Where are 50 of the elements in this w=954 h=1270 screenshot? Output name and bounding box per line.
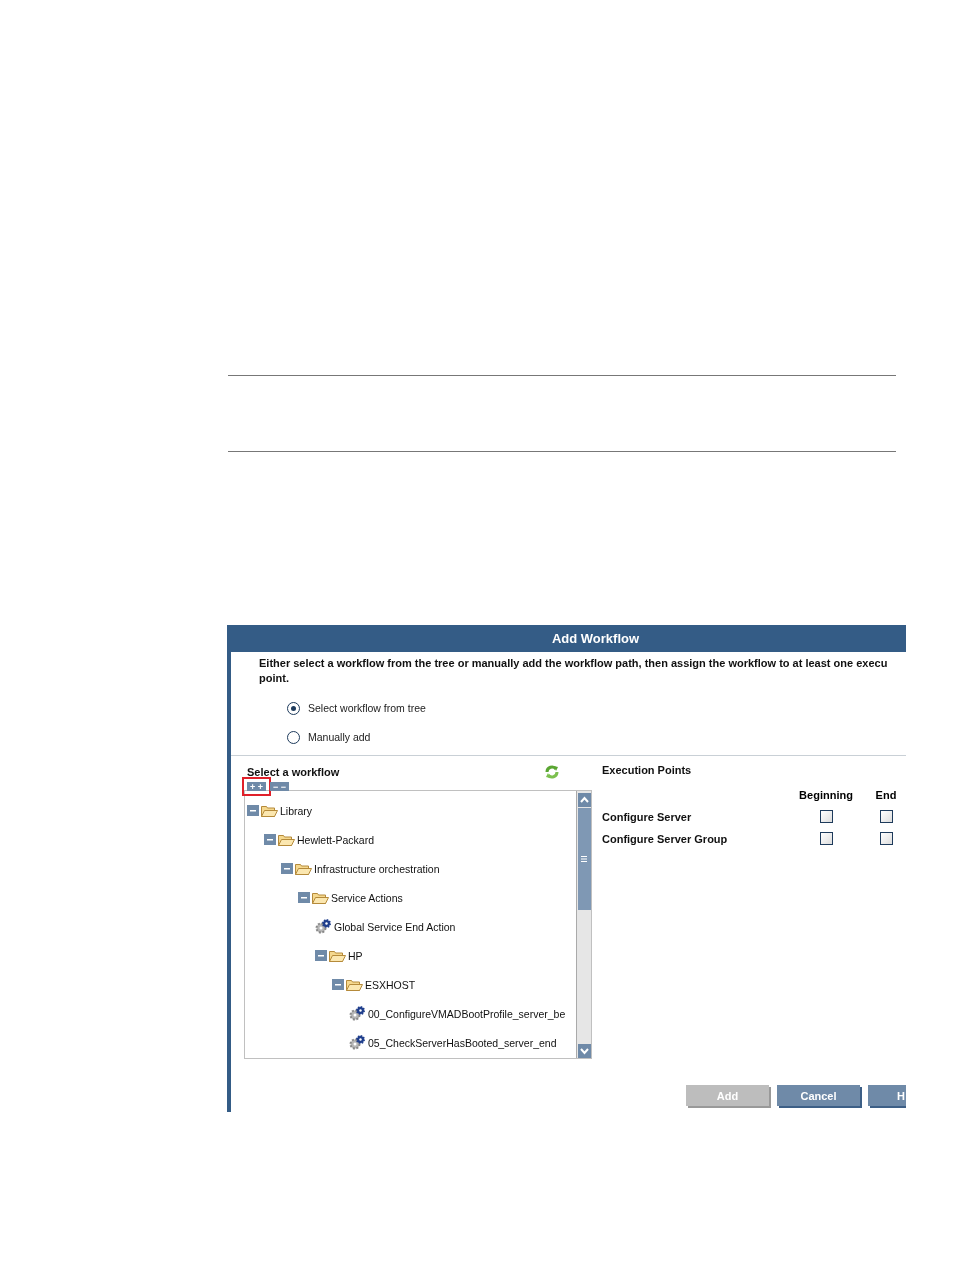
tree-item[interactable]: Global Service End Action (334, 920, 456, 933)
dialog-button[interactable]: H (868, 1085, 906, 1106)
folder-icon (329, 949, 346, 962)
collapse-toggle-icon[interactable] (298, 892, 310, 903)
tree-item[interactable]: 00_ConfigureVMADBootProfile_server_be (368, 1007, 566, 1020)
scrollbar-thumb[interactable] (577, 808, 591, 910)
dialog-title: Add Workflow (231, 625, 906, 652)
instruction-text: Either select a workflow from the tree or manually add the workflow path, then assign the workflow to at least one execu (259, 656, 889, 671)
scroll-up-icon[interactable] (577, 793, 591, 807)
scrollbar[interactable] (576, 791, 591, 1058)
column-header: Beginning (798, 789, 854, 801)
radio-label[interactable]: Select workflow from tree (308, 702, 426, 714)
collapse-toggle-icon[interactable] (281, 863, 293, 874)
folder-icon (295, 862, 312, 875)
collapse-toggle-icon[interactable] (264, 834, 276, 845)
column-header: End (874, 789, 898, 801)
tree-item[interactable]: HP (348, 949, 363, 962)
gears-icon (349, 1035, 366, 1050)
folder-icon (312, 891, 329, 904)
execution-point-label: Configure Server (602, 810, 693, 823)
gears-icon (315, 919, 332, 934)
dialog-button[interactable]: Cancel (777, 1085, 860, 1106)
folder-icon (346, 978, 363, 991)
grip-icon (581, 856, 587, 862)
tree-item[interactable]: 05_CheckServerHasBooted_server_end (368, 1036, 557, 1049)
tree-item[interactable]: Infrastructure orchestration (314, 862, 440, 875)
folder-icon (278, 833, 295, 846)
checkbox[interactable] (819, 832, 833, 845)
checkbox[interactable] (819, 810, 833, 823)
tree-item[interactable]: Hewlett-Packard (297, 833, 375, 846)
folder-icon (261, 804, 278, 817)
tree-item[interactable]: Library (280, 804, 313, 817)
collapse-toggle-icon[interactable] (315, 950, 327, 961)
gears-icon (349, 1006, 366, 1021)
instruction-text: point. (259, 671, 290, 686)
collapse-toggle-icon[interactable] (332, 979, 344, 990)
refresh-icon[interactable] (544, 764, 560, 780)
tree-item[interactable]: Service Actions (331, 891, 403, 904)
radio-button[interactable] (287, 730, 300, 744)
scroll-down-icon[interactable] (577, 1044, 591, 1058)
checkbox[interactable] (879, 832, 893, 845)
tree-toggle-button[interactable]: − − (270, 782, 290, 791)
tree-item[interactable]: ESXHOST (365, 978, 416, 991)
checkbox[interactable] (879, 810, 893, 823)
execution-point-label: Configure Server Group (602, 832, 729, 845)
panel-title: Select a workflow (247, 766, 340, 778)
radio-label[interactable]: Manually add (308, 731, 371, 743)
radio-button[interactable] (287, 701, 300, 715)
collapse-toggle-icon[interactable] (247, 805, 259, 816)
panel-title: Execution Points (602, 764, 693, 778)
